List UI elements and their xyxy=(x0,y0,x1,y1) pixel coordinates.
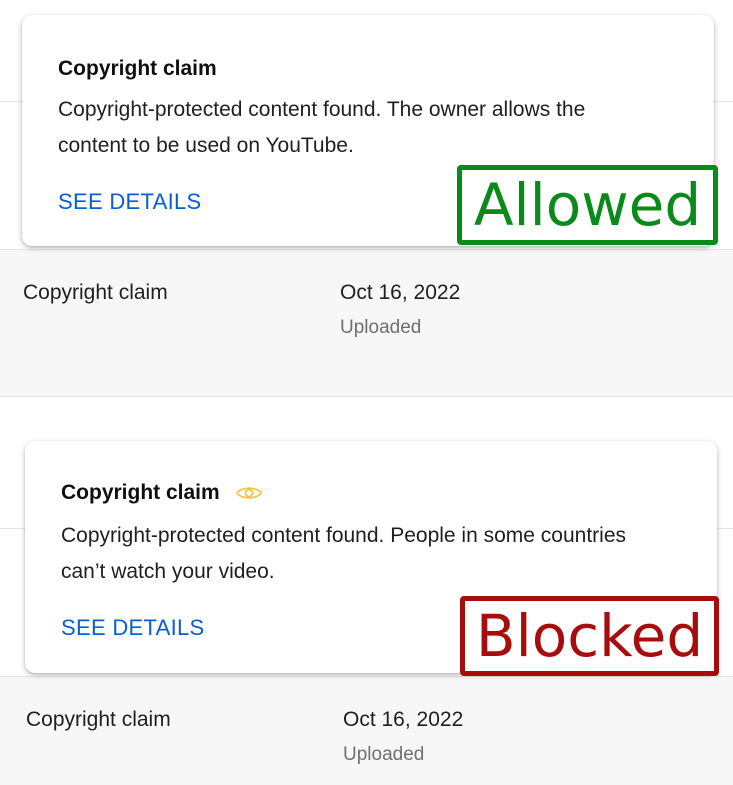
card-title: Copyright claim xyxy=(58,57,217,80)
divider xyxy=(0,676,733,677)
card-description-line: Copyright-protected content found. The o… xyxy=(58,98,586,121)
card-title: Copyright claim xyxy=(61,481,220,504)
claim-row[interactable]: Copyright claim Oct 16, 2022 Uploaded xyxy=(0,249,733,396)
claim-type: Copyright claim xyxy=(23,281,168,304)
divider xyxy=(0,249,733,250)
card-description: Copyright-protected content found. The o… xyxy=(58,92,698,164)
divider xyxy=(0,396,733,397)
card-description-line: content to be used on YouTube. xyxy=(58,134,354,157)
card-description: Copyright-protected content found. Peopl… xyxy=(61,518,711,590)
card-description-line: Copyright-protected content found. Peopl… xyxy=(61,524,627,547)
eye-icon[interactable] xyxy=(235,485,262,501)
claim-status: Uploaded xyxy=(343,744,425,765)
blocked-tag: Blocked xyxy=(460,596,719,676)
claim-date: Oct 16, 2022 xyxy=(343,708,464,731)
card-description-line: can’t watch your video. xyxy=(61,560,275,583)
claim-type: Copyright claim xyxy=(26,708,171,731)
claim-date: Oct 16, 2022 xyxy=(340,281,461,304)
claim-row[interactable]: Copyright claim Oct 16, 2022 Uploaded xyxy=(0,676,733,785)
see-details-link[interactable]: SEE DETAILS xyxy=(58,189,202,215)
see-details-link[interactable]: SEE DETAILS xyxy=(61,615,205,641)
allowed-tag: Allowed xyxy=(457,165,718,245)
claim-status: Uploaded xyxy=(340,317,422,338)
card-title-row: Copyright claim xyxy=(61,481,262,505)
